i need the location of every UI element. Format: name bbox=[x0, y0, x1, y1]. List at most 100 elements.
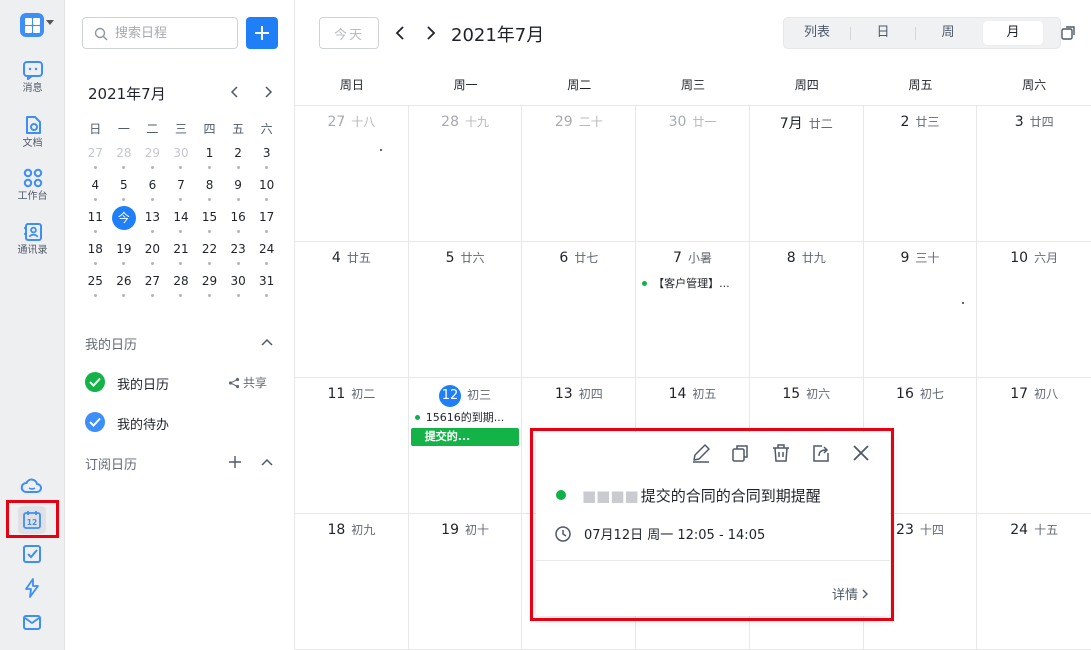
rail-item-workbench[interactable]: 工作台 bbox=[0, 168, 65, 203]
mini-day[interactable]: 5 bbox=[110, 174, 139, 206]
collapse-subscribed-button[interactable] bbox=[260, 455, 274, 469]
mini-day[interactable]: 22 bbox=[195, 238, 224, 270]
edit-event-button[interactable] bbox=[690, 442, 712, 464]
mini-day[interactable]: 8 bbox=[195, 174, 224, 206]
mini-day[interactable]: 20 bbox=[138, 238, 167, 270]
next-month-button[interactable] bbox=[423, 25, 437, 41]
mini-day[interactable]: 14 bbox=[167, 206, 196, 238]
view-month-tab[interactable]: 月 bbox=[983, 21, 1043, 45]
day-number: 7 bbox=[673, 250, 682, 266]
event-item[interactable]: 15616的到期... bbox=[414, 409, 516, 427]
close-popover-button[interactable] bbox=[850, 442, 872, 464]
day-cell[interactable]: 10 六月 bbox=[977, 242, 1091, 377]
day-cell[interactable]: 3 廿四 bbox=[977, 106, 1091, 241]
mini-day[interactable]: 4 bbox=[81, 174, 110, 206]
mini-day[interactable]: 28 bbox=[110, 142, 139, 174]
day-cell[interactable]: 8 廿九 bbox=[750, 242, 864, 377]
mini-day[interactable]: 26 bbox=[110, 270, 139, 302]
event-details-link[interactable]: 详情 bbox=[832, 584, 870, 603]
mini-day[interactable]: 18 bbox=[81, 238, 110, 270]
prev-month-button[interactable] bbox=[394, 25, 408, 41]
rail-item-flash[interactable] bbox=[20, 576, 44, 600]
copy-event-button[interactable] bbox=[729, 442, 751, 464]
mini-day[interactable]: 6 bbox=[138, 174, 167, 206]
view-day-tab[interactable]: 日 bbox=[850, 21, 916, 45]
mini-day[interactable]: 30 bbox=[224, 270, 253, 302]
mini-week-row: 27 28 29 30 1 2 3 bbox=[81, 142, 281, 174]
mini-day[interactable]: 25 bbox=[81, 270, 110, 302]
day-cell[interactable]: 28 十九 bbox=[409, 106, 523, 241]
rail-item-contacts[interactable]: 通讯录 bbox=[0, 222, 65, 257]
view-week-tab[interactable]: 周 bbox=[915, 21, 981, 45]
today-button[interactable]: 今天 bbox=[319, 17, 379, 49]
mini-day[interactable]: 13 bbox=[138, 206, 167, 238]
mini-day[interactable]: 21 bbox=[167, 238, 196, 270]
mini-day[interactable]: 11 bbox=[81, 206, 110, 238]
mini-day[interactable]: 29 bbox=[195, 270, 224, 302]
day-cell[interactable]: 7 小暑 【客户管理】... bbox=[636, 242, 750, 377]
todo-check-icon[interactable] bbox=[85, 412, 105, 432]
calendar-check-icon[interactable] bbox=[85, 372, 105, 392]
day-cell[interactable]: 27 十八 bbox=[295, 106, 409, 241]
share-calendar-button[interactable]: 共享 bbox=[228, 374, 267, 391]
rail-item-cloud[interactable] bbox=[20, 474, 44, 498]
mini-next-month-button[interactable] bbox=[260, 84, 276, 100]
mini-day[interactable]: 27 bbox=[81, 142, 110, 174]
mini-day[interactable]: 16 bbox=[224, 206, 253, 238]
mini-day[interactable]: 10 bbox=[252, 174, 281, 206]
day-cell[interactable]: 11 初二 bbox=[295, 378, 409, 513]
day-cell[interactable]: 24 十五 bbox=[977, 514, 1091, 649]
mini-day[interactable]: 17 bbox=[252, 206, 281, 238]
day-cell[interactable]: 7月 廿二 bbox=[750, 106, 864, 241]
chevron-right-icon bbox=[265, 86, 273, 98]
day-cell[interactable]: 9 三十 bbox=[864, 242, 978, 377]
mini-day[interactable]: 15 bbox=[195, 206, 224, 238]
mini-day-number: 5 bbox=[120, 178, 128, 192]
delete-event-button[interactable] bbox=[770, 442, 792, 464]
mini-day[interactable]: 7 bbox=[167, 174, 196, 206]
mini-prev-month-button[interactable] bbox=[227, 84, 243, 100]
day-cell[interactable]: 12 初三 15616的到期... 提交的... bbox=[409, 378, 523, 513]
rail-item-messages[interactable]: 消息 bbox=[0, 60, 65, 95]
event-item[interactable]: 【客户管理】... bbox=[642, 275, 743, 293]
rail-item-tasks[interactable] bbox=[20, 542, 44, 566]
day-cell[interactable]: 17 初八 bbox=[977, 378, 1091, 513]
cloud-icon bbox=[20, 478, 42, 493]
mini-day[interactable]: 9 bbox=[224, 174, 253, 206]
day-cell[interactable]: 18 初九 bbox=[295, 514, 409, 649]
mini-day-number: 30 bbox=[173, 146, 189, 160]
event-status-dot bbox=[556, 490, 566, 500]
mini-day[interactable]: 19 bbox=[110, 238, 139, 270]
mini-day[interactable]: 2 bbox=[224, 142, 253, 174]
mini-day-today[interactable]: 今 bbox=[110, 206, 139, 238]
mini-day[interactable]: 29 bbox=[138, 142, 167, 174]
mini-day[interactable]: 31 bbox=[252, 270, 281, 302]
day-cell[interactable]: 19 初十 bbox=[409, 514, 523, 649]
collapse-my-calendars-button[interactable] bbox=[260, 335, 274, 349]
open-external-button[interactable] bbox=[1060, 25, 1076, 41]
mini-day[interactable]: 30 bbox=[167, 142, 196, 174]
day-cell[interactable]: 6 廿七 bbox=[522, 242, 637, 377]
day-cell[interactable]: 30 廿一 bbox=[636, 106, 750, 241]
view-list-tab[interactable]: 列表 bbox=[784, 21, 850, 45]
day-cell[interactable]: 29 二十 bbox=[522, 106, 637, 241]
event-item-selected[interactable]: 提交的... bbox=[410, 428, 520, 446]
mini-day[interactable]: 27 bbox=[138, 270, 167, 302]
mini-day[interactable]: 23 bbox=[224, 238, 253, 270]
search-input[interactable] bbox=[115, 23, 233, 43]
day-cell[interactable]: 4 廿五 bbox=[295, 242, 409, 377]
share-event-button[interactable] bbox=[810, 442, 832, 464]
app-switch-caret-icon[interactable] bbox=[46, 20, 54, 25]
app-grid-icon[interactable] bbox=[20, 13, 44, 37]
rail-item-mail[interactable] bbox=[20, 610, 44, 634]
add-subscription-button[interactable] bbox=[228, 455, 242, 469]
add-event-button[interactable] bbox=[246, 17, 278, 49]
day-cell[interactable]: 2 廿三 bbox=[864, 106, 978, 241]
day-cell[interactable]: 5 廿六 bbox=[409, 242, 523, 377]
mini-day[interactable]: 3 bbox=[252, 142, 281, 174]
rail-item-docs[interactable]: 文档 bbox=[0, 115, 65, 150]
mini-day[interactable]: 24 bbox=[252, 238, 281, 270]
search-box[interactable] bbox=[82, 17, 238, 49]
mini-day[interactable]: 28 bbox=[167, 270, 196, 302]
mini-day[interactable]: 1 bbox=[195, 142, 224, 174]
